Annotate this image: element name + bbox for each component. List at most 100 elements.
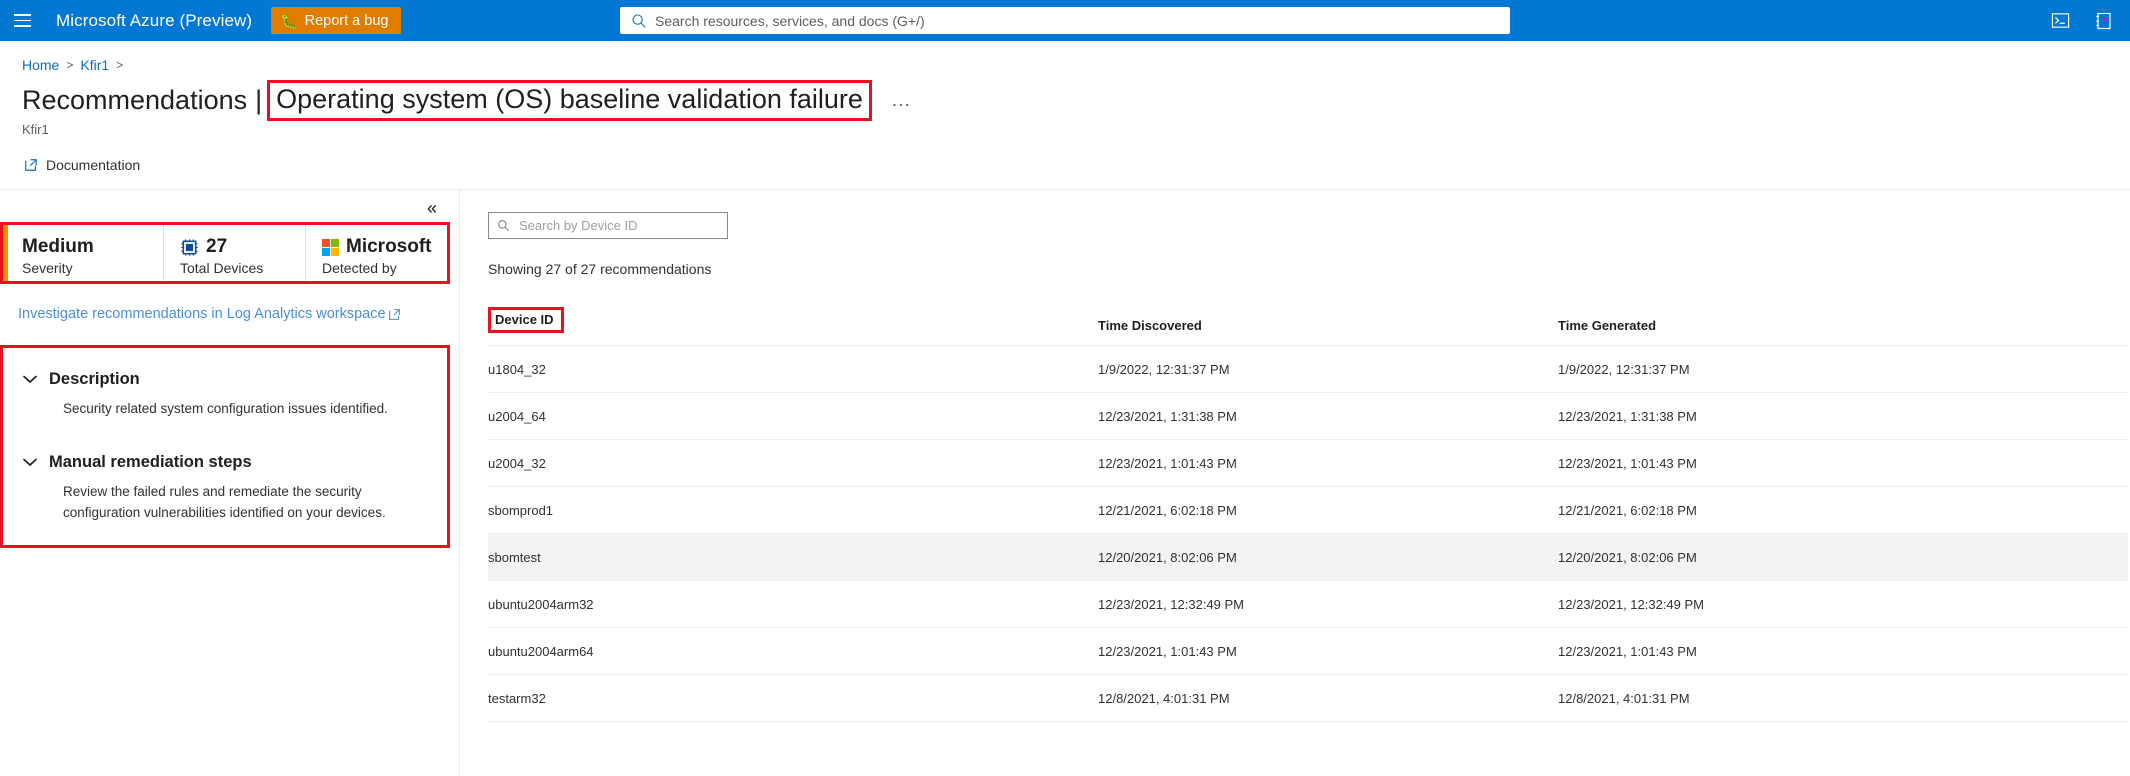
stat-total-devices: 27 Total Devices xyxy=(163,225,305,281)
stat-severity-value: Medium xyxy=(22,236,94,258)
accordion-remediation-header[interactable]: Manual remediation steps xyxy=(3,445,447,472)
cell-time_discovered: 12/23/2021, 1:01:43 PM xyxy=(1098,627,1558,675)
cell-time_discovered: 12/23/2021, 1:31:38 PM xyxy=(1098,392,1558,440)
page-title-sub-highlight: Operating system (OS) baseline validatio… xyxy=(267,79,872,121)
chevron-down-icon xyxy=(23,458,37,467)
external-link-icon xyxy=(25,159,37,171)
breadcrumb-item-kfir1[interactable]: Kfir1 xyxy=(80,57,109,73)
stat-detected-by-label: Detected by xyxy=(322,259,397,276)
cell-device_id: u2004_64 xyxy=(488,392,1098,440)
chevron-down-icon xyxy=(23,375,37,383)
breadcrumb-item-home[interactable]: Home xyxy=(22,57,59,73)
column-header-device-id[interactable]: Device ID xyxy=(488,307,1098,346)
cell-time_discovered: 1/9/2022, 12:31:37 PM xyxy=(1098,345,1558,393)
device-search-input[interactable] xyxy=(519,218,719,233)
breadcrumb-separator: > xyxy=(116,58,124,72)
table-body: u1804_32 1/9/2022, 12:31:37 PM 1/9/2022, 1… xyxy=(488,345,2128,722)
stat-total-devices-label: Total Devices xyxy=(180,259,264,276)
cell-time_generated: 1/9/2022, 12:31:37 PM xyxy=(1558,345,2128,393)
bug-icon: 🐛 xyxy=(280,12,298,29)
table-row[interactable]: sbomprod1 12/21/2021, 6:02:18 PM 12/21/202… xyxy=(488,486,2128,534)
stat-severity-label: Severity xyxy=(22,259,73,276)
cell-device_id: u1804_32 xyxy=(488,345,1098,393)
brand-title[interactable]: Microsoft Azure (Preview) xyxy=(56,11,252,31)
investigate-link-label: Investigate recommendations in Log Analy… xyxy=(18,306,386,322)
cell-time_generated: 12/8/2021, 4:01:31 PM xyxy=(1558,674,2128,722)
cell-device_id: testarm32 xyxy=(488,674,1098,722)
collapse-row: « xyxy=(0,190,459,220)
stats-highlight: Medium Severity 27 Total Devices Microso… xyxy=(0,222,450,284)
cell-device_id: sbomtest xyxy=(488,533,1098,581)
table-row[interactable]: u1804_32 1/9/2022, 12:31:37 PM 1/9/2022, 1… xyxy=(488,345,2128,393)
page-title-sub: Operating system (OS) baseline validatio… xyxy=(276,83,863,114)
header-actions xyxy=(2040,0,2124,41)
stat-detected-by-value-row: Microsoft xyxy=(322,236,447,258)
search-icon xyxy=(498,220,510,232)
external-link-icon xyxy=(388,308,400,320)
more-options-button[interactable]: ... xyxy=(886,87,917,114)
global-search-input[interactable] xyxy=(655,12,1499,29)
details-panel: « Medium Severity 27 Total Devices Micro… xyxy=(0,190,460,776)
cell-time_discovered: 12/23/2021, 1:01:43 PM xyxy=(1098,439,1558,487)
cell-time_discovered: 12/21/2021, 6:02:18 PM xyxy=(1098,486,1558,534)
directory-filter-icon[interactable] xyxy=(2084,0,2124,41)
investigate-log-analytics-link[interactable]: Investigate recommendations in Log Analy… xyxy=(18,306,401,322)
global-search-box[interactable] xyxy=(620,7,1510,34)
global-header: Microsoft Azure (Preview) 🐛 Report a bug xyxy=(0,0,2130,41)
hamburger-bar xyxy=(13,19,31,22)
report-bug-label: Report a bug xyxy=(304,12,389,29)
report-bug-button[interactable]: 🐛 Report a bug xyxy=(271,7,402,34)
accordion-description-body: Security related system configuration is… xyxy=(63,401,388,416)
hamburger-icon[interactable] xyxy=(0,0,44,41)
title-divider: | xyxy=(255,84,263,115)
devices-table: Device ID Time Discovered Time Generated… xyxy=(488,307,2128,722)
table-row[interactable]: ubuntu2004arm64 12/23/2021, 1:01:43 PM 12/… xyxy=(488,627,2128,675)
cell-time_generated: 12/23/2021, 1:01:43 PM xyxy=(1558,627,2128,675)
stat-severity: Medium Severity xyxy=(3,225,163,281)
table-row[interactable]: u2004_64 12/23/2021, 1:31:38 PM 12/23/2021… xyxy=(488,392,2128,440)
accordion-remediation-title: Manual remediation steps xyxy=(49,453,252,472)
hamburger-bar xyxy=(13,25,31,27)
cell-time_discovered: 12/23/2021, 12:32:49 PM xyxy=(1098,580,1558,628)
accordion-remediation-body: Review the failed rules and remediate th… xyxy=(63,484,386,520)
stat-detected-by: Microsoft Detected by xyxy=(305,225,447,281)
cell-device_id: sbomprod1 xyxy=(488,486,1098,534)
hamburger-bar xyxy=(13,14,31,16)
cell-device_id: u2004_32 xyxy=(488,439,1098,487)
breadcrumb-separator: > xyxy=(66,58,74,72)
chip-icon xyxy=(181,239,198,256)
cell-time_generated: 12/23/2021, 12:32:49 PM xyxy=(1558,580,2128,628)
description-highlight: Description Security related system conf… xyxy=(0,345,450,548)
table-header: Device ID Time Discovered Time Generated xyxy=(488,307,2128,346)
accordion-description-title: Description xyxy=(49,370,140,388)
table-row[interactable]: ubuntu2004arm32 12/23/2021, 12:32:49 PM 12… xyxy=(488,580,2128,628)
stat-detected-by-value: Microsoft xyxy=(346,236,432,258)
table-row[interactable]: testarm32 12/8/2021, 4:01:31 PM 12/8/2021,… xyxy=(488,674,2128,722)
page-title: Recommendations | Operating system (OS) … xyxy=(0,75,2130,121)
device-search-box[interactable] xyxy=(488,212,728,239)
breadcrumb: Home > Kfir1 > xyxy=(0,41,2130,75)
devices-panel: Showing 27 of 27 recommendations Device … xyxy=(460,190,2130,776)
column-header-time-discovered[interactable]: Time Discovered xyxy=(1098,307,1558,346)
cell-time_generated: 12/21/2021, 6:02:18 PM xyxy=(1558,486,2128,534)
cloud-shell-icon[interactable] xyxy=(2040,0,2080,41)
cell-device_id: ubuntu2004arm32 xyxy=(488,580,1098,628)
table-row[interactable]: u2004_32 12/23/2021, 1:01:43 PM 12/23/2021… xyxy=(488,439,2128,487)
main-content: « Medium Severity 27 Total Devices Micro… xyxy=(0,189,2130,776)
table-row[interactable]: sbomtest 12/20/2021, 8:02:06 PM 12/20/2021… xyxy=(488,533,2128,581)
page-title-main: Recommendations xyxy=(22,84,248,115)
accordion-description: Description Security related system conf… xyxy=(3,362,447,419)
cell-time_discovered: 12/20/2021, 8:02:06 PM xyxy=(1098,533,1558,581)
table-header-row: Device ID Time Discovered Time Generated xyxy=(488,307,2128,346)
documentation-button[interactable]: Documentation xyxy=(18,153,146,177)
stat-total-devices-value-row: 27 xyxy=(180,236,305,258)
column-header-time-generated[interactable]: Time Generated xyxy=(1558,307,2128,346)
cell-device_id: ubuntu2004arm64 xyxy=(488,627,1098,675)
accordion-description-header[interactable]: Description xyxy=(3,362,447,389)
stat-total-devices-value: 27 xyxy=(206,236,228,258)
cell-time_generated: 12/23/2021, 1:31:38 PM xyxy=(1558,392,2128,440)
stat-strip: Medium Severity 27 Total Devices Microso… xyxy=(3,225,447,281)
double-chevron-left-icon[interactable]: « xyxy=(423,196,441,220)
results-count: Showing 27 of 27 recommendations xyxy=(488,261,712,277)
microsoft-logo-icon xyxy=(322,238,339,256)
